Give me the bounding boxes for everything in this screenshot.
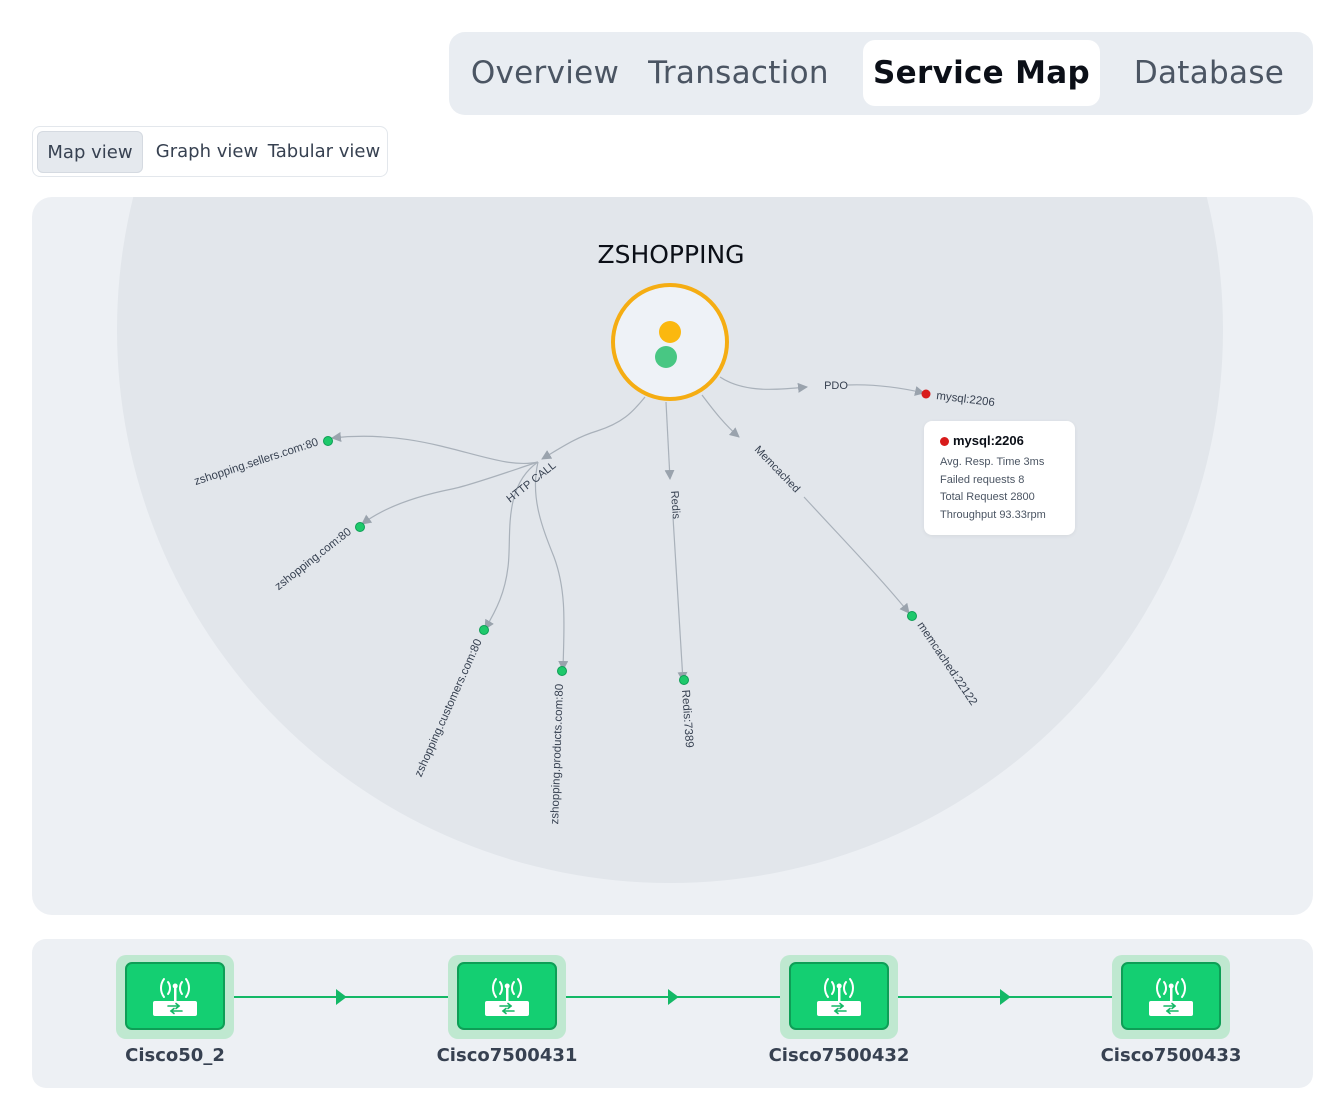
tab-database[interactable]: Database: [1129, 40, 1289, 106]
tab-service-map[interactable]: Service Map: [863, 40, 1100, 106]
device-label: Cisco7500431: [436, 1045, 578, 1066]
customers-node[interactable]: [479, 625, 489, 635]
tabular-view-button[interactable]: Tabular view: [267, 131, 381, 173]
zshop-node[interactable]: [355, 522, 365, 532]
products-node[interactable]: [557, 666, 567, 676]
sellers-node[interactable]: [323, 436, 333, 446]
memcached-node[interactable]: [907, 611, 917, 621]
healthy-status-dot: [655, 346, 677, 368]
mysql-tooltip: mysql:2206 Avg. Resp. Time 3ms Failed re…: [924, 421, 1075, 535]
device-node[interactable]: [448, 955, 566, 1039]
app-title: ZSHOPPING: [597, 240, 744, 269]
tooltip-title: mysql:2206: [940, 433, 1024, 448]
device-label: Cisco7500433: [1100, 1045, 1242, 1066]
tooltip-title-text: mysql:2206: [953, 433, 1024, 448]
view-switcher: Map view Graph view Tabular view: [32, 126, 388, 177]
map-view-button[interactable]: Map view: [37, 131, 143, 173]
tooltip-total-request: Total Request 2800: [940, 491, 1035, 503]
router-icon: [817, 978, 861, 1016]
link-2-arrow: [668, 989, 679, 1005]
tooltip-failed-requests: Failed requests 8: [940, 474, 1025, 486]
redis-edge-label: Redis: [668, 490, 682, 519]
device-node[interactable]: [1112, 955, 1230, 1039]
router-icon: [153, 978, 197, 1016]
pdo-edge-label: PDO: [824, 380, 848, 392]
router-icon: [485, 978, 529, 1016]
mysql-node[interactable]: [921, 389, 931, 399]
tab-transaction[interactable]: Transaction: [645, 40, 832, 106]
device-node[interactable]: [116, 955, 234, 1039]
critical-status-dot: [940, 437, 949, 446]
service-map-panel: ZSHOPPING PDO HTTP CALL Redis Memcached …: [32, 197, 1313, 915]
device-node[interactable]: [780, 955, 898, 1039]
service-map-canvas: ZSHOPPING PDO HTTP CALL Redis Memcached …: [117, 197, 1223, 883]
warning-status-dot: [659, 321, 681, 343]
link-1-arrow: [336, 989, 347, 1005]
router-icon: [1149, 978, 1193, 1016]
graph-view-button[interactable]: Graph view: [153, 131, 261, 173]
device-label: Cisco50_2: [125, 1045, 225, 1066]
network-device-panel: Cisco50_2 Cisco7500431 Cisco7500432 Cisc…: [32, 939, 1313, 1088]
tab-overview[interactable]: Overview: [463, 40, 627, 106]
main-tab-bar: Overview Transaction Service Map Databas…: [449, 32, 1313, 115]
tooltip-avg-resp-time: Avg. Resp. Time 3ms: [940, 456, 1045, 468]
device-label: Cisco7500432: [768, 1045, 910, 1066]
tooltip-throughput: Throughput 93.33rpm: [940, 509, 1046, 521]
link-3-arrow: [1000, 989, 1011, 1005]
redis-node[interactable]: [679, 675, 689, 685]
